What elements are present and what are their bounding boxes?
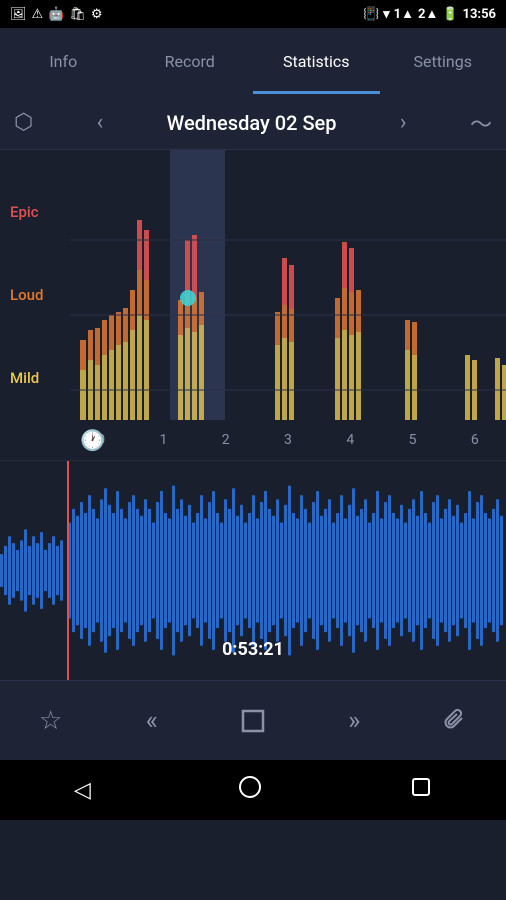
waveform-area[interactable]: 0:53:21 [0,460,506,680]
loud-label: Loud [0,286,70,304]
prev-date-button[interactable]: ‹ [97,110,104,135]
epic-label: Epic [0,203,70,221]
bottom-controls: ☆ « » [0,680,506,760]
x-axis-labels: 0 1 2 3 4 5 6 [70,432,506,448]
square-button[interactable] [410,776,432,804]
current-date: Wednesday 02 Sep [167,111,337,135]
status-right: 📳 ▾ 1▲ 2▲ 🔋 13:56 [363,6,496,22]
tab-settings[interactable]: Settings [380,28,506,94]
back-button[interactable]: ◁ [74,778,91,803]
rewind-button[interactable]: « [127,696,177,746]
star-button[interactable]: ☆ [26,696,76,746]
x-label-1: 1 [159,432,167,448]
alert-icon: ⚠ [32,7,44,22]
clip-icon [442,708,468,734]
chart-canvas [70,150,506,420]
date-navigation: ⬡ ‹ Wednesday 02 Sep › 〜 [0,96,506,150]
x-label-5: 5 [409,432,417,448]
chart-area: Epic Loud Mild [0,150,506,460]
x-label-6: 6 [471,432,479,448]
clock-icon: 🕐 [80,428,105,452]
tab-statistics[interactable]: Statistics [253,28,380,94]
home-button[interactable] [238,775,262,805]
settings-icon: ⚙ [91,7,103,22]
timestamp-display: 0:53:21 [222,639,284,660]
tab-bar: Info Record Statistics Settings [0,28,506,96]
tab-record[interactable]: Record [127,28,254,94]
chart-svg [70,150,506,420]
android-icon: 🤖 [48,7,64,22]
status-icons: 🖼 ⚠ 🤖 🛍 ⚙ [10,7,103,22]
gallery-icon: 🖼 [10,7,27,22]
tab-info[interactable]: Info [0,28,127,94]
forward-button[interactable]: » [329,696,379,746]
signal-1: 1▲ [394,6,414,22]
export-icon[interactable]: ⬡ [14,110,33,135]
x-label-2: 2 [222,432,230,448]
stop-button[interactable] [228,696,278,746]
navigation-bar: ◁ [0,760,506,820]
chart-level-labels: Epic Loud Mild [0,150,70,460]
clip-button[interactable] [430,696,480,746]
vibrate-icon: 📳 [363,7,379,22]
battery-icon: 🔋 [442,7,458,22]
wave-icon[interactable]: 〜 [470,107,492,139]
next-date-button[interactable]: › [400,110,407,135]
home-circle-icon [238,775,262,799]
stop-icon [240,708,266,734]
signal-2: 2▲ [418,6,438,22]
shop-icon: 🛍 [69,7,86,22]
square-icon [410,776,432,798]
clock-time: 13:56 [463,7,497,22]
mild-label: Mild [0,369,70,387]
x-label-3: 3 [284,432,292,448]
chart-x-axis: 🕐 0 1 2 3 4 5 6 [70,420,506,460]
wifi-icon: ▾ [383,7,390,22]
playhead [67,461,69,680]
status-bar: 🖼 ⚠ 🤖 🛍 ⚙ 📳 ▾ 1▲ 2▲ 🔋 13:56 [0,0,506,28]
x-label-4: 4 [346,432,354,448]
